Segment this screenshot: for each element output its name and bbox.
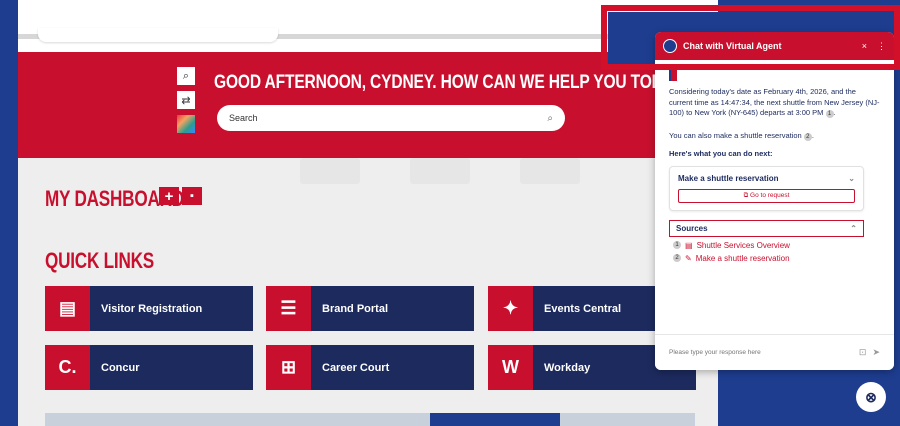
action-card-header[interactable]: Make a shuttle reservation ⌄ <box>678 174 855 183</box>
document-icon: ▤ <box>685 240 693 250</box>
clipboard-icon: ☰ <box>266 286 311 331</box>
tile-label: Career Court <box>311 345 474 390</box>
bottom-banner-button[interactable] <box>430 413 560 426</box>
chevron-up-icon[interactable]: ⌃ <box>850 224 857 233</box>
chat-body: Considering today's date as February 4th… <box>655 60 894 273</box>
send-icon[interactable]: ➤ <box>872 347 880 358</box>
quick-link-career-court[interactable]: ⊞ Career Court <box>266 345 474 390</box>
close-icon[interactable]: × <box>862 41 867 51</box>
translate-icon[interactable]: ⇄ <box>176 90 196 110</box>
quick-link-visitor-registration[interactable]: ▤ Visitor Registration <box>45 286 253 331</box>
source-label: Make a shuttle reservation <box>695 253 790 263</box>
quick-link-brand-portal[interactable]: ☰ Brand Portal <box>266 286 474 331</box>
tile-label: Concur <box>90 345 253 390</box>
action-card: Make a shuttle reservation ⌄ ⧉ Go to req… <box>669 165 864 211</box>
add-widget-button[interactable]: + <box>159 187 179 205</box>
faded-tab <box>520 158 580 184</box>
quick-links-title: QUICK LINKS <box>45 248 154 273</box>
next-steps-heading: Here's what you can do next: <box>669 148 773 158</box>
chat-header: Chat with Virtual Agent × ⋮ <box>655 32 894 60</box>
bottom-banner <box>45 413 695 426</box>
agent-message: Considering today's date as February 4th… <box>669 87 880 118</box>
agent-message-secondary: You can also make a shuttle reservation … <box>669 130 814 141</box>
profile-button[interactable]: ▪ <box>182 187 202 205</box>
workday-logo-icon: W <box>488 345 533 390</box>
agent-message-text: Considering today's date as February 4th… <box>669 87 880 117</box>
source-label: Shuttle Services Overview <box>696 240 790 250</box>
color-wheel-icon[interactable] <box>176 114 196 134</box>
sources-toggle[interactable]: Sources ⌃ <box>669 219 864 237</box>
search-input-label: Search <box>229 113 258 123</box>
edit-icon: ✎ <box>685 253 692 263</box>
action-card-title: Make a shuttle reservation <box>678 173 779 183</box>
source-number: 1 <box>673 241 681 249</box>
go-to-request-button[interactable]: ⧉ Go to request <box>678 188 855 203</box>
court-icon: ⊞ <box>266 345 311 390</box>
hero-search-input[interactable]: Search ⌕ <box>217 105 565 131</box>
tile-label: Brand Portal <box>311 286 474 331</box>
citation-badge[interactable]: 2 <box>803 132 812 141</box>
virtual-agent-chat-window: Chat with Virtual Agent × ⋮ Considering … <box>655 32 894 370</box>
tile-label: Visitor Registration <box>90 286 253 331</box>
source-number: 2 <box>673 254 681 262</box>
chat-toggle-icon[interactable]: ⊗ <box>856 382 886 412</box>
quick-link-concur[interactable]: C. Concur <box>45 345 253 390</box>
confetti-icon: ✦ <box>488 286 533 331</box>
chat-input-bar: ⊡ ➤ <box>655 334 894 370</box>
source-link[interactable]: 2 ✎ Make a shuttle reservation <box>669 254 880 263</box>
attach-icon[interactable]: ⊡ <box>859 347 867 358</box>
bot-avatar-icon <box>669 70 677 81</box>
agent-message-text: You can also make a shuttle reservation <box>669 130 802 140</box>
badge-icon: ▤ <box>45 286 90 331</box>
faded-tab <box>300 158 360 184</box>
concur-logo-icon: C. <box>45 345 90 390</box>
greeting-heading: GOOD AFTERNOON, CYDNEY. HOW CAN WE HELP … <box>214 72 693 93</box>
nba-logo-icon <box>663 39 677 53</box>
go-to-request-label: Go to request <box>750 191 790 199</box>
sources-label: Sources <box>676 223 708 233</box>
top-search-field[interactable] <box>38 28 278 42</box>
search-icon[interactable]: ⌕ <box>547 113 553 124</box>
faded-tab <box>410 158 470 184</box>
chat-response-input[interactable] <box>669 349 853 356</box>
source-link[interactable]: 1 ▤ Shuttle Services Overview <box>669 241 880 250</box>
more-options-icon[interactable]: ⋮ <box>877 41 886 52</box>
chat-title: Chat with Virtual Agent <box>683 41 782 51</box>
chevron-down-icon[interactable]: ⌄ <box>848 174 855 183</box>
hero-tool-icons: ⌕ ⇄ <box>176 66 200 138</box>
search-icon[interactable]: ⌕ <box>176 66 196 86</box>
citation-badge[interactable]: 1 <box>825 110 834 118</box>
